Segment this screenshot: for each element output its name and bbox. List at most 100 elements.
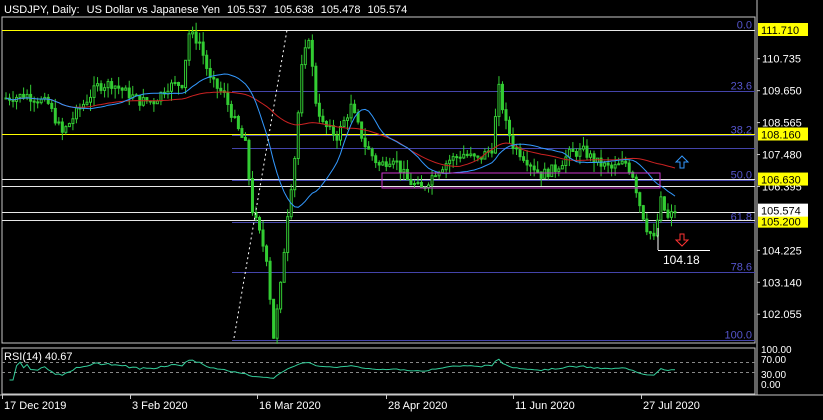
candle-body bbox=[240, 128, 244, 138]
candle-body bbox=[191, 31, 195, 35]
candle-body bbox=[455, 156, 459, 159]
candle-body bbox=[268, 260, 272, 300]
time-axis-label: 3 Feb 2020 bbox=[132, 400, 188, 412]
candle-body bbox=[194, 31, 198, 44]
candle-body bbox=[395, 160, 399, 163]
candle-body bbox=[279, 281, 283, 310]
candle-body bbox=[46, 96, 50, 104]
candle-body bbox=[652, 232, 656, 237]
candle-body bbox=[321, 115, 325, 123]
candle-body bbox=[469, 153, 473, 156]
candle-body bbox=[64, 126, 68, 133]
candle-body bbox=[515, 147, 519, 150]
candle-body bbox=[296, 112, 300, 159]
price-highlight-label: 105.200 bbox=[761, 217, 801, 229]
candle-body bbox=[187, 33, 191, 61]
candle-body bbox=[113, 85, 117, 89]
candle-body bbox=[592, 153, 596, 163]
candle-body bbox=[261, 229, 265, 247]
candle-body bbox=[476, 155, 480, 158]
candle-body bbox=[374, 155, 378, 164]
candle-body bbox=[557, 168, 561, 172]
candle-body bbox=[624, 160, 628, 164]
candle-body bbox=[219, 87, 223, 92]
candle-body bbox=[553, 164, 557, 172]
candle-body bbox=[205, 54, 209, 69]
candle-body bbox=[67, 123, 71, 128]
candle-body bbox=[610, 164, 614, 169]
candle-body bbox=[388, 163, 392, 167]
candle-body bbox=[300, 64, 304, 114]
candle-body bbox=[324, 121, 328, 128]
candle-body bbox=[247, 139, 251, 180]
candle-body bbox=[662, 196, 666, 211]
candle-body bbox=[508, 119, 512, 137]
candle-body bbox=[465, 153, 469, 156]
price-tick-label: 104.225 bbox=[762, 245, 802, 257]
candle-body bbox=[57, 121, 61, 124]
candle-body bbox=[405, 168, 409, 181]
candle-body bbox=[434, 175, 438, 178]
candle-body bbox=[18, 93, 22, 98]
candle-body bbox=[634, 176, 638, 194]
candle-body bbox=[588, 153, 592, 158]
candle-body bbox=[669, 211, 673, 218]
price-highlight-label: 111.710 bbox=[761, 25, 799, 37]
candle-body bbox=[500, 83, 504, 111]
chart-canvas[interactable]: 0.023.638.250.061.878.6100.0104.18110.73… bbox=[0, 0, 823, 415]
candle-body bbox=[173, 82, 177, 85]
candle-body bbox=[444, 163, 448, 171]
candle-body bbox=[381, 161, 385, 166]
up-arrow-icon bbox=[674, 155, 690, 169]
candle-body bbox=[648, 231, 652, 234]
close-value: 105.574 bbox=[367, 4, 408, 16]
candle-body bbox=[117, 85, 121, 89]
candle-body bbox=[398, 160, 402, 173]
candle-body bbox=[120, 87, 124, 91]
candle-body bbox=[103, 87, 107, 91]
candle-body bbox=[127, 87, 131, 99]
candle-body bbox=[578, 148, 582, 157]
candle-body bbox=[349, 103, 353, 119]
candle-body bbox=[89, 96, 93, 103]
candle-body bbox=[448, 159, 452, 165]
candle-body bbox=[367, 146, 371, 150]
candle-body bbox=[522, 156, 526, 161]
candle-body bbox=[441, 169, 445, 173]
candle-body bbox=[201, 41, 205, 56]
candle-body bbox=[85, 101, 89, 105]
candle-body bbox=[497, 83, 501, 118]
candle-body bbox=[39, 98, 43, 104]
candle-body bbox=[184, 59, 188, 89]
candle-body bbox=[106, 81, 110, 89]
candle-body bbox=[99, 83, 103, 91]
candle-body bbox=[617, 163, 621, 166]
price-highlight-label: 108.160 bbox=[761, 130, 801, 142]
rsi-axis-label: 70.00 bbox=[761, 355, 786, 366]
candle-body bbox=[50, 102, 54, 109]
rsi-axis-label: 0.00 bbox=[761, 380, 781, 391]
high-value: 105.638 bbox=[273, 4, 314, 16]
price-tick-label: 109.650 bbox=[762, 86, 802, 98]
time-axis-label: 27 Jul 2020 bbox=[643, 400, 700, 412]
candle-body bbox=[226, 91, 230, 105]
candle-body bbox=[36, 101, 40, 104]
candle-body bbox=[462, 153, 466, 159]
open-value: 105.537 bbox=[227, 4, 267, 16]
candle-body bbox=[613, 164, 617, 169]
candle-body bbox=[571, 148, 575, 152]
candle-body bbox=[141, 97, 145, 106]
current-price-label: 105.574 bbox=[761, 206, 801, 218]
candle-body bbox=[96, 83, 100, 87]
candle-body bbox=[603, 162, 607, 167]
candle-body bbox=[60, 121, 64, 133]
time-axis-label: 11 Jun 2020 bbox=[515, 400, 575, 412]
fib-level-label: 100.0 bbox=[724, 330, 752, 342]
price-chart[interactable]: 0.0 23.6 38.2 50.0 61.8 78.6 100.0 104.18 110.73… bbox=[0, 0, 823, 415]
candle-body bbox=[525, 159, 529, 166]
candle-body bbox=[169, 82, 173, 92]
candle-body bbox=[560, 164, 564, 170]
candle-body bbox=[342, 119, 346, 127]
price-tick-label: 107.480 bbox=[762, 150, 802, 162]
candle-body bbox=[412, 183, 416, 186]
